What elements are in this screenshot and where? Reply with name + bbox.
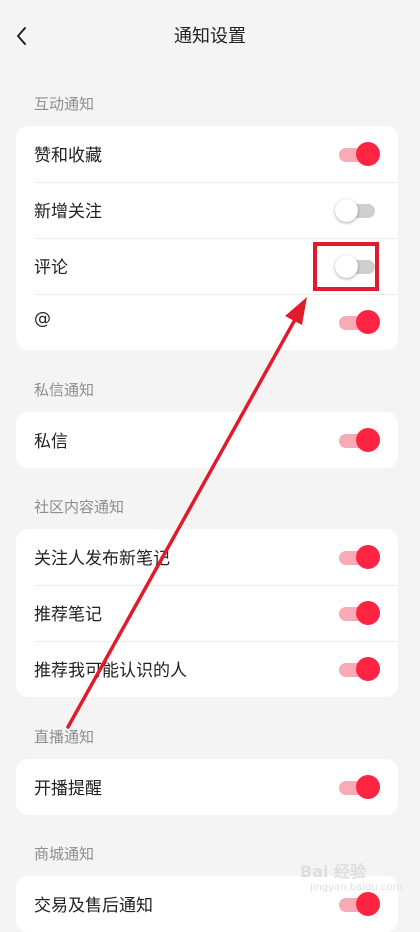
toggle-knob (356, 142, 380, 166)
row-label: 推荐我可能认识的人 (34, 661, 187, 681)
toggle-knob (335, 199, 358, 222)
top-bar: 通知设置 (0, 0, 420, 70)
toggle-switch[interactable] (337, 428, 380, 452)
row-label: 评论 (34, 258, 68, 278)
row-label: 赞和收藏 (34, 146, 102, 166)
page-title: 通知设置 (174, 26, 246, 47)
watermark-sub: jingyan.baidu.com (310, 882, 403, 893)
card-messages: 私信 (16, 412, 398, 468)
card-live: 开播提醒 (16, 759, 398, 815)
toggle-switch[interactable] (337, 601, 380, 625)
section-title-messages: 私信通知 (34, 381, 95, 399)
list-item: 推荐笔记 (16, 585, 398, 641)
row-label: 开播提醒 (34, 779, 102, 799)
list-item: 关注人发布新笔记 (16, 529, 398, 585)
list-item: 开播提醒 (16, 759, 398, 815)
toggle-switch[interactable] (337, 545, 380, 569)
section-title-interaction: 互动通知 (34, 95, 95, 113)
toggle-switch[interactable] (337, 657, 380, 681)
list-item: 推荐我可能认识的人 (16, 641, 398, 697)
toggle-knob (356, 428, 380, 452)
row-label: 交易及售后通知 (34, 896, 153, 916)
list-item: 新增关注 (16, 182, 398, 238)
list-item: @ (16, 294, 398, 350)
list-item: 私信 (16, 412, 398, 468)
toggle-switch[interactable] (335, 198, 377, 222)
list-item: 赞和收藏 (16, 126, 398, 182)
toggle-switch[interactable] (337, 310, 380, 334)
toggle-knob (356, 775, 380, 799)
row-label: @ (34, 309, 51, 329)
toggle-knob (356, 545, 380, 569)
row-label: 推荐笔记 (34, 605, 102, 625)
section-title-community: 社区内容通知 (34, 498, 125, 516)
section-title-live: 直播通知 (34, 728, 95, 746)
toggle-knob (356, 601, 380, 625)
row-label: 私信 (34, 432, 68, 452)
watermark: Bai 经验 jingyan.baidu.com (300, 852, 410, 902)
toggle-switch[interactable] (337, 142, 380, 166)
toggle-switch[interactable] (337, 775, 380, 799)
watermark-main: Bai 经验 (300, 862, 367, 881)
annotation-highlight-box (313, 242, 379, 291)
row-label: 新增关注 (34, 202, 102, 222)
toggle-knob (356, 657, 380, 681)
card-interaction: 赞和收藏 新增关注 评论 @ (16, 126, 398, 350)
section-title-mall: 商城通知 (34, 845, 95, 863)
row-label: 关注人发布新笔记 (34, 549, 170, 569)
toggle-knob (356, 310, 380, 334)
card-community: 关注人发布新笔记 推荐笔记 推荐我可能认识的人 (16, 529, 398, 697)
